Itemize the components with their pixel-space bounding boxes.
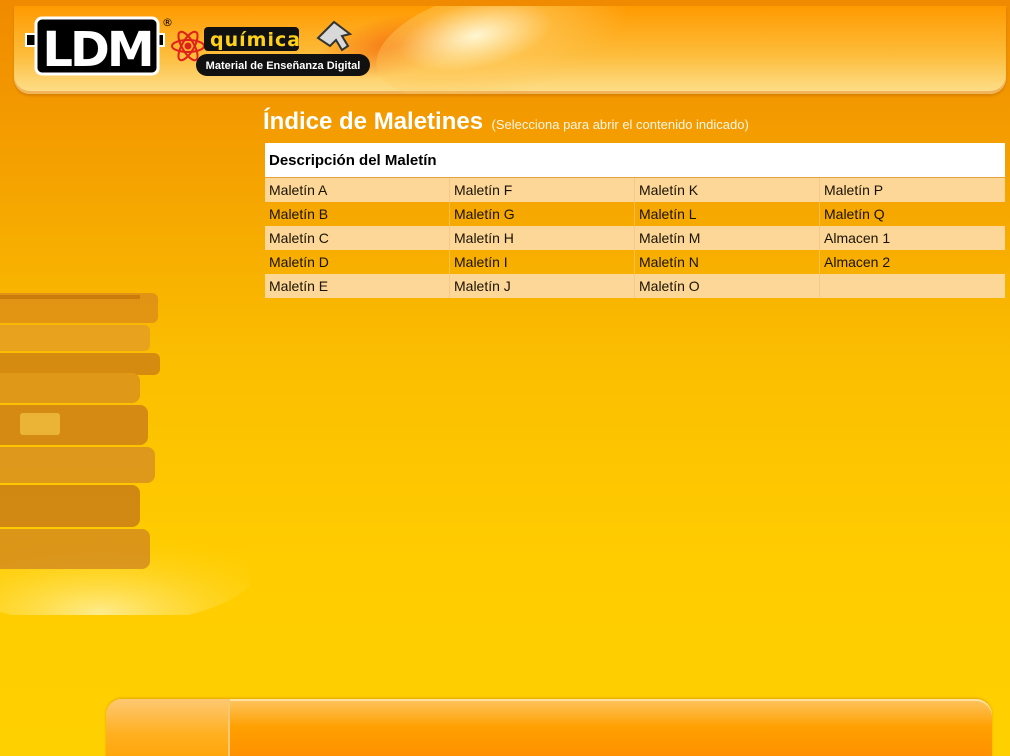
logo-brand-text: LDM — [42, 22, 151, 78]
maletin-link[interactable]: Maletín O — [635, 274, 820, 298]
table-header: Descripción del Maletín — [265, 143, 1005, 178]
maletin-link[interactable]: Maletín J — [450, 274, 635, 298]
empty-cell — [820, 274, 1005, 298]
maletin-link[interactable]: Maletín C — [265, 226, 450, 250]
maletin-link[interactable]: Maletín L — [635, 202, 820, 226]
maletin-link[interactable]: Maletín K — [635, 178, 820, 202]
logo-subject-text: química — [210, 29, 301, 51]
maletin-link[interactable]: Maletín Q — [820, 202, 1005, 226]
table-row: Maletín D Maletín I Maletín N Almacen 2 — [265, 250, 1005, 274]
ldm-wordmark: LDM ® — [25, 16, 173, 78]
maletin-link[interactable]: Maletín D — [265, 250, 450, 274]
maletin-link[interactable]: Maletín G — [450, 202, 635, 226]
maletin-link[interactable]: Maletín E — [265, 274, 450, 298]
logo-tagline-text: Material de Enseñanza Digital — [206, 60, 361, 72]
footer-left-panel — [106, 699, 230, 756]
page-title: Índice de Maletines — [263, 108, 484, 135]
maletin-link[interactable]: Maletín I — [450, 250, 635, 274]
maletin-link[interactable]: Maletín A — [265, 178, 450, 202]
logo-registered-mark: ® — [162, 16, 173, 29]
maletin-link[interactable]: Maletín H — [450, 226, 635, 250]
page-title-row: Índice de Maletines (Selecciona para abr… — [263, 108, 749, 136]
maletin-link[interactable]: Maletín F — [450, 178, 635, 202]
maletines-grid: Maletín A Maletín F Maletín K Maletín P Male… — [265, 178, 1005, 298]
maletin-link[interactable]: Maletín P — [820, 178, 1005, 202]
table-row: Maletín E Maletín J Maletín O — [265, 274, 1005, 298]
maletines-table: Descripción del Maletín Maletín A Maletín… — [265, 143, 1005, 298]
ldm-quimica-logo[interactable]: LDM ® química Material de Enseñanza Digi… — [24, 12, 374, 82]
maletin-link[interactable]: Maletín B — [265, 202, 450, 226]
table-row: Maletín C Maletín H Maletín M Almacen 1 — [265, 226, 1005, 250]
maletin-link[interactable]: Almacen 2 — [820, 250, 1005, 274]
hand-cursor-icon — [316, 20, 353, 52]
footer-bar — [106, 699, 992, 756]
table-row: Maletín B Maletín G Maletín L Maletín Q — [265, 202, 1005, 226]
books-decoration — [0, 293, 250, 615]
maletin-link[interactable]: Almacen 1 — [820, 226, 1005, 250]
maletin-link[interactable]: Maletín N — [635, 250, 820, 274]
maletin-link[interactable]: Maletín M — [635, 226, 820, 250]
page-subtitle: (Selecciona para abrir el contenido indi… — [491, 117, 749, 132]
table-row: Maletín A Maletín F Maletín K Maletín P — [265, 178, 1005, 202]
